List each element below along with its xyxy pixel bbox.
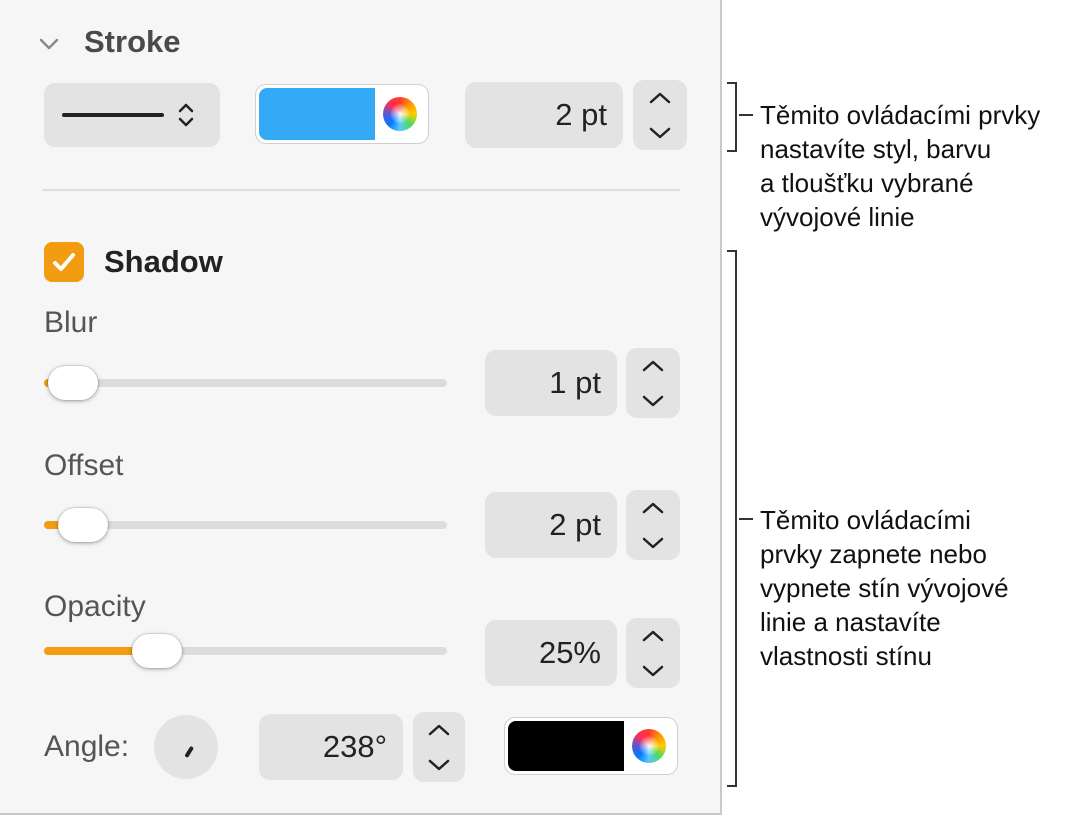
shadow-section-title: Shadow: [104, 244, 223, 279]
stepper-up-icon[interactable]: [413, 712, 465, 747]
offset-slider-thumb[interactable]: [58, 508, 108, 542]
shadow-checkbox[interactable]: [44, 242, 84, 282]
annotation-line: vypnete stín vývojové: [760, 573, 1009, 603]
blur-slider-track[interactable]: [44, 379, 447, 387]
opacity-label: Opacity: [44, 590, 146, 623]
angle-stepper[interactable]: [413, 712, 465, 782]
stepper-up-icon[interactable]: [626, 348, 680, 383]
annotation-line: vývojové linie: [760, 202, 915, 232]
opacity-slider-thumb[interactable]: [132, 634, 182, 668]
stroke-color-swatch: [259, 88, 375, 140]
stroke-annotation-bracket: [727, 82, 737, 152]
stroke-annotation-tick: [739, 114, 753, 116]
stepper-down-icon[interactable]: [633, 115, 687, 150]
angle-indicator: [184, 745, 195, 759]
stroke-width-field[interactable]: 2 pt: [465, 82, 623, 148]
checkmark-icon: [53, 253, 75, 271]
stroke-color-well[interactable]: [256, 85, 428, 143]
shadow-annotation-tick: [739, 518, 753, 520]
opacity-slider-track[interactable]: [44, 647, 447, 655]
stroke-width-stepper[interactable]: [633, 80, 687, 150]
annotation-line: vlastnosti stínu: [760, 641, 932, 671]
annotation-line: prvky zapnete nebo: [760, 539, 987, 569]
annotation-line: a tloušťku vybrané: [760, 168, 974, 198]
section-divider: [42, 189, 680, 191]
angle-label: Angle:: [44, 730, 130, 763]
angle-field[interactable]: 238°: [259, 714, 403, 780]
color-wheel-icon[interactable]: [632, 729, 666, 763]
line-style-popup[interactable]: [44, 83, 220, 147]
annotation-line: Těmito ovládacími: [760, 505, 971, 535]
opacity-slider-fill: [44, 647, 144, 655]
annotation-line: linie a nastavíte: [760, 607, 941, 637]
annotation-line: Těmito ovládacími prvky: [760, 100, 1041, 130]
offset-field[interactable]: 2 pt: [485, 492, 617, 558]
blur-slider-thumb[interactable]: [48, 366, 98, 400]
stroke-section-title: Stroke: [84, 24, 181, 59]
stepper-up-icon[interactable]: [626, 490, 680, 525]
shadow-color-well[interactable]: [505, 718, 677, 774]
stepper-up-icon[interactable]: [626, 618, 680, 653]
collapse-chevron-icon[interactable]: [38, 34, 60, 54]
opacity-field[interactable]: 25%: [485, 620, 617, 686]
blur-stepper[interactable]: [626, 348, 680, 418]
color-wheel-icon[interactable]: [383, 97, 417, 131]
blur-label: Blur: [44, 306, 98, 339]
offset-label: Offset: [44, 449, 124, 482]
blur-field[interactable]: 1 pt: [485, 350, 617, 416]
shadow-annotation-bracket: [727, 250, 737, 787]
stroke-annotation: Těmito ovládacími prvky nastavíte styl, …: [760, 98, 1040, 234]
stepper-down-icon[interactable]: [413, 747, 465, 782]
up-down-chevron-icon: [176, 99, 196, 136]
line-style-preview: [62, 113, 164, 117]
offset-stepper[interactable]: [626, 490, 680, 560]
stepper-down-icon[interactable]: [626, 653, 680, 688]
angle-dial[interactable]: [154, 715, 218, 779]
stepper-up-icon[interactable]: [633, 80, 687, 115]
shadow-annotation: Těmito ovládacími prvky zapnete nebo vyp…: [760, 503, 1009, 673]
shadow-color-swatch: [508, 721, 624, 771]
stepper-down-icon[interactable]: [626, 525, 680, 560]
annotation-line: nastavíte styl, barvu: [760, 134, 992, 164]
stepper-down-icon[interactable]: [626, 383, 680, 418]
opacity-stepper[interactable]: [626, 618, 680, 688]
format-sidebar: Stroke 2 pt Shadow Blur 1 pt Offset 2 pt: [0, 0, 722, 815]
